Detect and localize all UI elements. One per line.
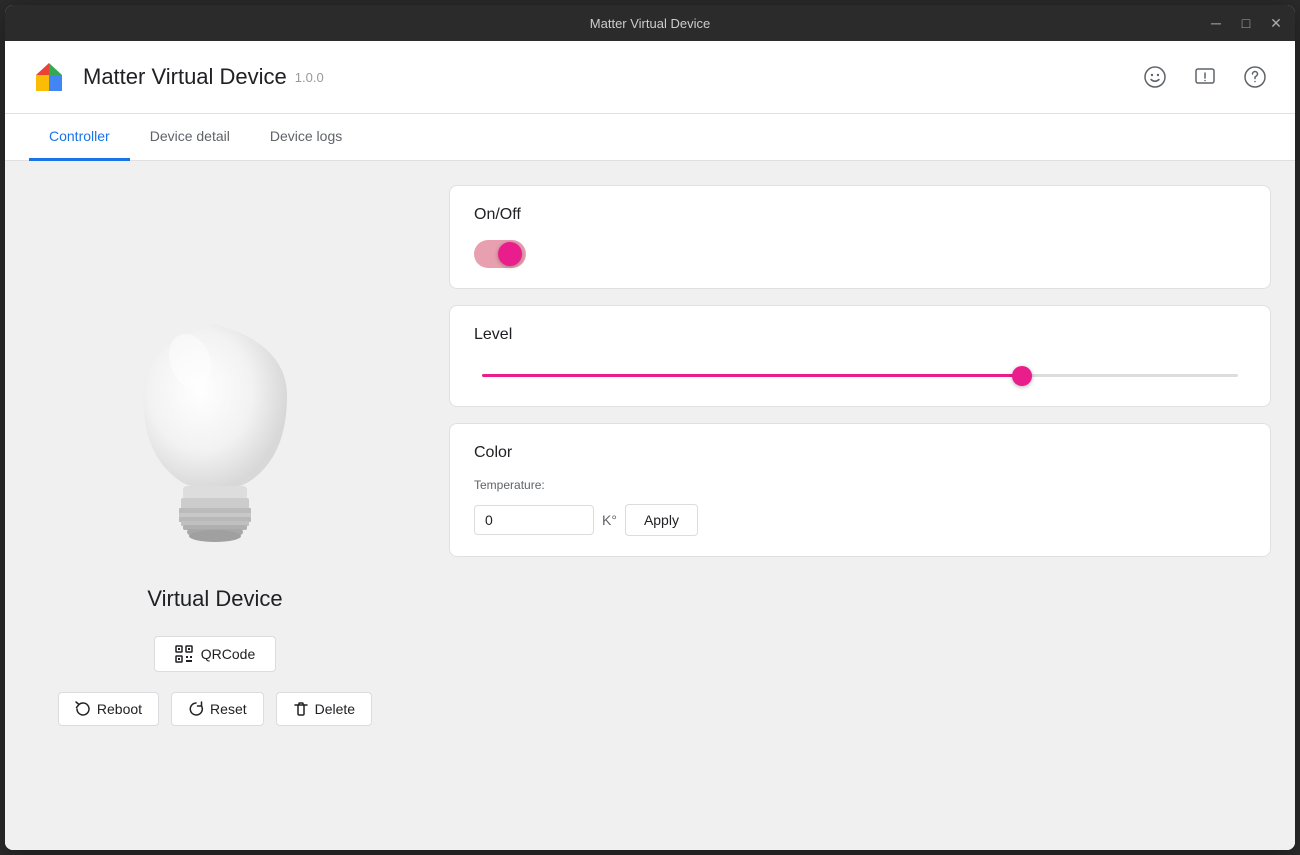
minimize-button[interactable]: ─ [1207,14,1225,32]
reset-label: Reset [210,701,247,717]
delete-button[interactable]: Delete [276,692,372,726]
reset-button[interactable]: Reset [171,692,264,726]
delete-icon [293,701,309,717]
app-window: Matter Virtual Device ─ □ ✕ Matter Virtu… [5,5,1295,850]
app-header: Matter Virtual Device 1.0.0 [5,41,1295,114]
onoff-card: On/Off [449,185,1271,289]
level-card: Level [449,305,1271,407]
tabs-bar: Controller Device detail Device logs [5,114,1295,161]
level-slider[interactable] [482,374,1238,377]
title-bar-text: Matter Virtual Device [590,16,710,31]
app-content: Matter Virtual Device 1.0.0 [5,41,1295,850]
apply-button[interactable]: Apply [625,504,698,536]
help-button[interactable] [1239,61,1271,93]
onoff-label: On/Off [474,206,1246,224]
tab-device-detail[interactable]: Device detail [130,114,250,161]
device-name: Virtual Device [147,586,282,612]
temperature-label: Temperature: [474,478,1246,492]
qr-icon [175,645,193,663]
right-panel: On/Off Level [425,161,1295,850]
header-icons [1139,61,1271,93]
color-card: Color Temperature: K° Apply [449,423,1271,557]
tab-device-logs[interactable]: Device logs [250,114,362,161]
close-button[interactable]: ✕ [1267,14,1285,32]
window-controls: ─ □ ✕ [1207,14,1285,32]
reboot-label: Reboot [97,701,142,717]
left-panel: Virtual Device QRCode [5,161,425,850]
slider-wrapper [474,360,1246,386]
qrcode-button[interactable]: QRCode [154,636,276,672]
delete-label: Delete [315,701,355,717]
qrcode-label: QRCode [201,646,255,662]
action-buttons: Reboot Reset [58,692,372,726]
color-input-row: K° Apply [474,504,1246,536]
level-label: Level [474,326,1246,344]
title-bar: Matter Virtual Device ─ □ ✕ [5,5,1295,41]
reboot-icon [75,701,91,717]
toggle-wrapper [474,240,1246,268]
app-title: Matter Virtual Device [83,64,287,90]
maximize-button[interactable]: □ [1237,14,1255,32]
color-label: Color [474,444,1246,462]
smiley-button[interactable] [1139,61,1171,93]
temperature-input[interactable] [474,505,594,535]
temperature-unit: K° [602,512,617,528]
app-version: 1.0.0 [295,70,324,85]
reset-icon [188,701,204,717]
tab-controller[interactable]: Controller [29,114,130,161]
main-area: Virtual Device QRCode [5,161,1295,850]
feedback-button[interactable] [1189,61,1221,93]
onoff-toggle[interactable] [474,240,526,268]
toggle-thumb [498,242,522,266]
bulb-image [105,286,325,566]
app-logo [29,57,69,97]
reboot-button[interactable]: Reboot [58,692,159,726]
